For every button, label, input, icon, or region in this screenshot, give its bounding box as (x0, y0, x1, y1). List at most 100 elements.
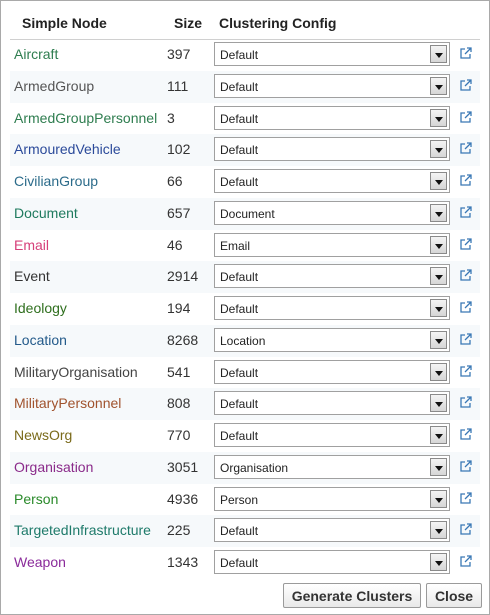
external-link-icon[interactable] (459, 459, 473, 473)
external-link-icon[interactable] (459, 237, 473, 251)
node-name[interactable]: NewsOrg (14, 427, 72, 443)
node-name[interactable]: Email (14, 237, 49, 253)
select-value: Default (220, 175, 259, 189)
external-link-icon[interactable] (459, 364, 473, 378)
external-link-icon[interactable] (459, 522, 473, 536)
clustering-config-select[interactable]: Default (214, 296, 450, 320)
generate-clusters-button[interactable]: Generate Clusters (283, 583, 421, 608)
select-value: Default (220, 302, 259, 316)
table-row: TargetedInfrastructure 225 Default (10, 515, 480, 547)
external-link-icon[interactable] (459, 268, 473, 282)
chevron-down-icon[interactable] (430, 235, 447, 254)
node-name[interactable]: Document (14, 205, 78, 221)
node-size: 66 (167, 173, 183, 189)
clustering-config-select[interactable]: Default (214, 73, 450, 98)
close-button[interactable]: Close (426, 583, 482, 608)
select-value: Location (220, 333, 266, 348)
table-row: Email 46 Email (10, 230, 480, 262)
node-name[interactable]: MilitaryPersonnel (14, 395, 121, 411)
clustering-config-select[interactable]: Organisation (214, 454, 450, 479)
select-value: Default (220, 397, 259, 412)
clustering-config-select[interactable]: Document (214, 200, 450, 225)
chevron-down-icon[interactable] (430, 457, 447, 476)
node-name[interactable]: Location (14, 332, 67, 348)
select-value: Default (220, 365, 259, 380)
chevron-down-icon[interactable] (430, 267, 447, 286)
chevron-down-icon[interactable] (430, 172, 447, 190)
clustering-config-select[interactable]: Default (214, 137, 450, 162)
chevron-down-icon[interactable] (430, 489, 447, 508)
chevron-down-icon[interactable] (430, 76, 447, 95)
node-name[interactable]: Organisation (14, 459, 93, 475)
table-row: Weapon 1343 Default (10, 547, 480, 579)
node-name[interactable]: Weapon (14, 554, 66, 570)
clustering-config-select[interactable]: Default (214, 105, 450, 130)
clustering-config-select[interactable]: Default (214, 391, 450, 416)
chevron-down-icon[interactable] (430, 45, 447, 63)
node-table-body: Aircraft 397 Default ArmedGroup 111 Default Ar… (10, 39, 480, 579)
clustering-config-select[interactable]: Default (214, 423, 450, 447)
chevron-down-icon[interactable] (430, 299, 447, 317)
table-row: Person 4936 Person (10, 484, 480, 516)
clustering-config-select[interactable]: Person (214, 486, 450, 511)
node-size: 3 (167, 109, 175, 126)
table-row: MilitaryOrganisation 541 Default (10, 357, 480, 389)
external-link-icon[interactable] (459, 46, 473, 60)
select-value: Default (220, 48, 259, 62)
external-link-icon[interactable] (459, 554, 473, 568)
external-link-icon[interactable] (459, 141, 473, 155)
external-link-icon[interactable] (459, 78, 473, 92)
external-link-icon[interactable] (459, 332, 473, 346)
node-size: 1343 (167, 554, 199, 570)
clustering-config-select[interactable]: Default (214, 550, 450, 574)
node-size: 46 (167, 236, 183, 253)
node-name[interactable]: Person (14, 491, 58, 507)
select-value: Default (220, 524, 259, 539)
chevron-down-icon[interactable] (430, 394, 447, 413)
node-name[interactable]: Event (14, 268, 50, 284)
node-name[interactable]: CivilianGroup (14, 173, 98, 189)
chevron-down-icon[interactable] (430, 330, 447, 349)
clustering-config-select[interactable]: Email (214, 232, 450, 257)
select-value: Organisation (220, 460, 289, 475)
chevron-down-icon[interactable] (430, 426, 447, 444)
node-name[interactable]: TargetedInfrastructure (14, 522, 151, 538)
table-row: Aircraft 397 Default (10, 39, 480, 71)
chevron-down-icon[interactable] (430, 108, 447, 127)
node-name[interactable]: Ideology (14, 300, 67, 316)
node-name[interactable]: ArmedGroupPersonnel (14, 110, 157, 126)
table-row: ArmedGroupPersonnel 3 Default (10, 103, 480, 135)
clustering-config-select[interactable]: Default (214, 359, 450, 384)
chevron-down-icon[interactable] (430, 521, 447, 540)
external-link-icon[interactable] (459, 110, 473, 124)
external-link-icon[interactable] (459, 491, 473, 505)
clustering-config-select[interactable]: Default (214, 169, 450, 193)
external-link-icon[interactable] (459, 300, 473, 314)
clustering-config-select[interactable]: Default (214, 518, 450, 543)
clustering-config-select[interactable]: Default (214, 264, 450, 289)
node-name[interactable]: ArmedGroup (14, 78, 94, 94)
external-link-icon[interactable] (459, 173, 473, 187)
external-link-icon[interactable] (459, 427, 473, 441)
chevron-down-icon[interactable] (430, 140, 447, 159)
node-name[interactable]: ArmouredVehicle (14, 141, 121, 157)
node-size: 225 (167, 522, 191, 539)
select-value: Default (220, 143, 259, 158)
external-link-icon[interactable] (459, 205, 473, 219)
table-row: Organisation 3051 Organisation (10, 451, 480, 484)
select-value: Default (220, 270, 259, 285)
clustering-dialog: Simple Node Size Clustering Config Aircr… (0, 0, 490, 615)
chevron-down-icon[interactable] (430, 362, 447, 381)
clustering-config-select[interactable]: Default (214, 42, 450, 66)
node-name[interactable]: MilitaryOrganisation (14, 364, 138, 380)
chevron-down-icon[interactable] (430, 553, 447, 571)
clustering-config-select[interactable]: Location (214, 327, 450, 352)
select-value: Person (220, 492, 259, 507)
node-size: 4936 (167, 490, 199, 507)
external-link-icon[interactable] (459, 395, 473, 409)
select-value: Email (220, 238, 251, 253)
table-row: NewsOrg 770 Default (10, 420, 480, 452)
chevron-down-icon[interactable] (430, 203, 447, 222)
node-name[interactable]: Aircraft (14, 46, 58, 62)
table-row: Location 8268 Location (10, 324, 480, 357)
